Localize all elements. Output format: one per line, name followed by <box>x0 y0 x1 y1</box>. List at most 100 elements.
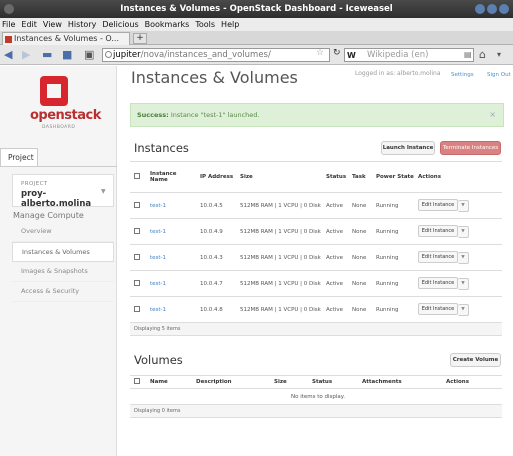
size-cell: 512MB RAM | 1 VCPU | 0 Disk <box>236 270 322 297</box>
browser-tab-label: Instances & Volumes - O... <box>14 34 120 43</box>
row-checkbox[interactable] <box>134 227 140 234</box>
actions-cell: Edit Instance ▼ <box>414 244 502 271</box>
col-instance-name[interactable]: Instance Name <box>146 161 196 193</box>
search-bar[interactable]: W Wikipedia (en) <box>344 48 474 62</box>
col-name[interactable]: Name <box>146 375 192 389</box>
forward-arrow-icon[interactable]: ▶ <box>22 49 30 61</box>
chevron-down-icon: ▼ <box>101 188 106 195</box>
col-task[interactable]: Task <box>348 161 372 193</box>
ip-address-cell: 10.0.4.9 <box>196 218 236 245</box>
col-size[interactable]: Size <box>270 375 308 389</box>
alert-close-icon[interactable]: × <box>489 104 496 126</box>
col-ip-address[interactable]: IP Address <box>196 161 236 193</box>
col-attachments[interactable]: Attachments <box>358 375 442 389</box>
menu-bookmarks[interactable]: Bookmarks <box>145 18 190 31</box>
row-checkbox[interactable] <box>134 305 140 312</box>
terminate-instances-button[interactable]: Terminate Instances <box>440 141 501 155</box>
menu-file[interactable]: File <box>2 18 15 31</box>
table-row: test-1 10.0.4.3 512MB RAM | 1 VCPU | 0 D… <box>130 244 502 271</box>
menu-edit[interactable]: Edit <box>21 18 37 31</box>
edit-instance-button[interactable]: Edit Instance <box>418 303 458 315</box>
sidebar-item-access-security[interactable]: Access & Security <box>12 282 114 302</box>
menu-history[interactable]: History <box>68 18 96 31</box>
menu-tools[interactable]: Tools <box>195 18 215 31</box>
ip-address-cell: 10.0.4.3 <box>196 244 236 271</box>
bookmarks-sidebar-icon[interactable]: ▬ <box>42 49 52 61</box>
actions-dropdown-icon[interactable]: ▼ <box>458 226 469 238</box>
actions-cell: Edit Instance ▼ <box>414 218 502 245</box>
instances-heading: Instances <box>134 141 189 155</box>
sidebar-item-images-snapshots[interactable]: Images & Snapshots <box>12 262 114 282</box>
actions-dropdown-icon[interactable]: ▼ <box>458 278 469 290</box>
select-all-checkbox[interactable] <box>134 378 140 384</box>
window-controls <box>475 4 509 14</box>
edit-instance-button[interactable]: Edit Instance <box>418 225 458 237</box>
menu-view[interactable]: View <box>43 18 62 31</box>
sidebar-item-instances-volumes[interactable]: Instances & Volumes <box>12 242 114 262</box>
settings-link[interactable]: Settings <box>451 72 474 78</box>
url-bar[interactable]: jupiter/nova/instances_and_volumes/ <box>102 48 330 62</box>
downloads-icon[interactable]: ■ <box>62 49 72 61</box>
instance-name-cell: test-1 <box>146 218 196 245</box>
back-arrow-icon[interactable]: ◀ <box>4 49 12 61</box>
logo-wordmark[interactable]: openstack <box>30 108 101 123</box>
status-cell: Active <box>322 244 348 271</box>
reload-icon[interactable]: ↻ <box>333 48 341 58</box>
instance-name-cell: test-1 <box>146 270 196 297</box>
project-selector[interactable]: PROJECT proy-alberto.molina ▼ <box>12 174 114 209</box>
col-power-state[interactable]: Power State <box>372 161 414 193</box>
table-row: test-1 10.0.4.5 512MB RAM | 1 VCPU | 0 D… <box>130 192 502 219</box>
edit-instance-button[interactable]: Edit Instance <box>418 251 458 263</box>
col-size[interactable]: Size <box>236 161 322 193</box>
toolbar-overflow-icon[interactable]: ▾ <box>497 50 501 59</box>
row-checkbox[interactable] <box>134 201 140 208</box>
browser-tab[interactable]: Instances & Volumes - O... <box>2 32 130 45</box>
actions-dropdown-icon[interactable]: ▼ <box>458 252 469 264</box>
tab-bar: Instances & Volumes - O... + <box>0 31 513 45</box>
instance-name-link[interactable]: test-1 <box>150 307 166 313</box>
project-label: PROJECT <box>21 181 48 187</box>
tab-project[interactable]: Project <box>0 148 38 167</box>
window-menu-icon[interactable] <box>4 4 14 14</box>
instances-table: Instance Name IP Address Size Status Tas… <box>130 161 502 336</box>
maximize-icon[interactable] <box>487 4 497 14</box>
row-checkbox[interactable] <box>134 253 140 260</box>
task-cell: None <box>348 244 372 271</box>
instance-name-link[interactable]: test-1 <box>150 281 166 287</box>
sidebar-item-overview[interactable]: Overview <box>12 222 114 242</box>
home-icon[interactable]: ⌂ <box>479 48 486 61</box>
wikipedia-engine-icon[interactable]: W <box>347 50 356 61</box>
screenshot-icon[interactable]: ▣ <box>84 49 94 61</box>
edit-instance-button[interactable]: Edit Instance <box>418 277 458 289</box>
bookmark-star-icon[interactable]: ☆ <box>316 48 324 58</box>
actions-dropdown-icon[interactable]: ▼ <box>458 304 469 316</box>
openstack-logo-icon[interactable] <box>40 76 68 106</box>
instance-name-cell: test-1 <box>146 192 196 219</box>
row-checkbox[interactable] <box>134 279 140 286</box>
actions-dropdown-icon[interactable]: ▼ <box>458 200 469 212</box>
new-tab-button[interactable]: + <box>133 33 147 44</box>
menu-help[interactable]: Help <box>221 18 239 31</box>
instance-name-link[interactable]: test-1 <box>150 255 166 261</box>
task-cell: None <box>348 218 372 245</box>
col-description[interactable]: Description <box>192 375 270 389</box>
window-title: Instances & Volumes - OpenStack Dashboar… <box>120 4 393 14</box>
url-host: jupiter <box>113 50 141 60</box>
ip-address-cell: 10.0.4.8 <box>196 296 236 323</box>
search-go-icon[interactable]: ▤ <box>464 50 472 59</box>
close-icon[interactable] <box>499 4 509 14</box>
power-state-cell: Running <box>372 244 414 271</box>
col-status[interactable]: Status <box>308 375 358 389</box>
create-volume-button[interactable]: Create Volume <box>450 353 501 367</box>
col-status[interactable]: Status <box>322 161 348 193</box>
launch-instance-button[interactable]: Launch Instance <box>381 141 435 155</box>
edit-instance-button[interactable]: Edit Instance <box>418 199 458 211</box>
minimize-icon[interactable] <box>475 4 485 14</box>
sign-out-link[interactable]: Sign Out <box>487 72 511 78</box>
select-all-checkbox[interactable] <box>134 173 140 179</box>
success-alert: Success: Instance "test-1" launched. × <box>130 103 504 127</box>
instance-name-link[interactable]: test-1 <box>150 229 166 235</box>
logo-subtitle: DASHBOARD <box>42 125 76 130</box>
menu-delicious[interactable]: Delicious <box>102 18 138 31</box>
instance-name-link[interactable]: test-1 <box>150 203 166 209</box>
